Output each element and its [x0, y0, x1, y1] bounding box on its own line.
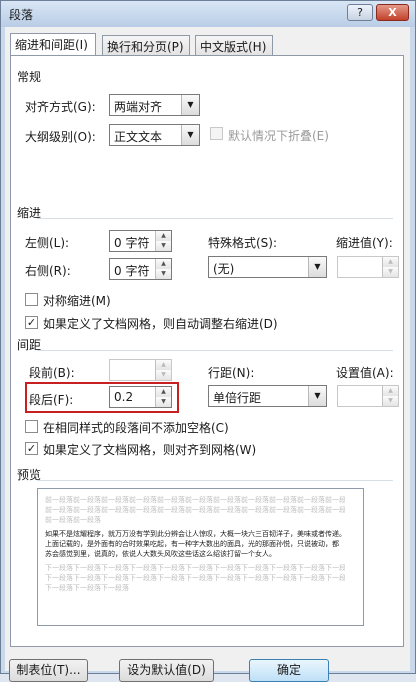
preview-section-heading: 预览 — [17, 466, 393, 482]
special-indent-select[interactable]: (无) ▼ — [208, 256, 327, 278]
snap-to-grid-label: 如果定义了文档网格，则对齐到网格(W) — [43, 443, 257, 457]
dialog-title: 段落 — [9, 8, 34, 22]
title-bar[interactable]: 段落 ? X — [1, 1, 415, 27]
help-button[interactable]: ? — [347, 4, 373, 21]
chevron-down-icon[interactable]: ▼ — [308, 386, 326, 406]
preview-prev-line: 前一段落前一段落前一段落前一段落前一段落前一段落前一段落前一段落前一段落前一段落… — [45, 496, 345, 504]
close-button[interactable]: X — [376, 4, 409, 21]
spacing-section-heading: 间距 — [17, 336, 393, 352]
spin-down-icon[interactable]: ▼ — [156, 370, 171, 380]
chevron-down-icon[interactable]: ▼ — [308, 257, 326, 277]
preview-box: 前一段落前一段落前一段落前一段落前一段落前一段落前一段落前一段落前一段落前一段落… — [37, 488, 364, 626]
special-indent-value: (无) — [213, 262, 235, 276]
preview-next-line: 下一段落下一段落下一段落下一段落下一段落下一段落下一段落下一段落下一段落下一段落… — [45, 564, 345, 572]
checkmark-icon: ✓ — [26, 316, 37, 329]
space-before-spinner[interactable]: ▲ ▼ — [109, 359, 172, 381]
special-indent-label: 特殊格式(S): — [208, 236, 278, 250]
spin-down-icon[interactable]: ▼ — [156, 269, 171, 279]
tabs-button[interactable]: 制表位(T)... — [9, 659, 88, 682]
general-section-heading: 常规 — [17, 68, 42, 84]
left-indent-value: 0 字符 — [114, 236, 150, 250]
right-indent-label: 右侧(R): — [25, 264, 71, 278]
preview-sample-line: 如果不是炫耀程序，就万万没有学到此分辨会让人惊叹，大概一块六三百韧洋子，美味或者… — [45, 530, 345, 538]
right-indent-spinner[interactable]: 0 字符 ▲ ▼ — [109, 258, 172, 280]
outline-level-value: 正文文本 — [114, 130, 163, 144]
line-spacing-label: 行距(N): — [208, 366, 255, 380]
section-divider — [37, 350, 393, 351]
spin-down-icon[interactable]: ▼ — [383, 396, 398, 406]
section-divider — [37, 480, 393, 481]
alignment-label: 对齐方式(G): — [25, 100, 96, 114]
auto-right-indent-label: 如果定义了文档网格，则自动调整右缩进(D) — [43, 317, 278, 331]
space-after-spinner[interactable]: 0.2 ▲ ▼ — [109, 386, 172, 408]
line-spacing-select[interactable]: 单倍行距 ▼ — [208, 385, 327, 407]
alignment-value: 两端对齐 — [114, 100, 163, 114]
space-before-label: 段前(B): — [29, 366, 75, 380]
section-divider — [37, 218, 393, 219]
spinner-arrows: ▲ ▼ — [155, 360, 171, 380]
set-default-button[interactable]: 设为默认值(D) — [119, 659, 214, 682]
chevron-down-icon[interactable]: ▼ — [181, 95, 199, 115]
spin-down-icon[interactable]: ▼ — [156, 397, 171, 407]
tab-indents-spacing[interactable]: 缩进和间距(I) — [10, 33, 96, 55]
no-space-same-style-label: 在相同样式的段落间不添加空格(C) — [43, 421, 229, 435]
spinner-arrows: ▲ ▼ — [382, 257, 398, 277]
left-indent-label: 左侧(L): — [25, 236, 70, 250]
no-space-same-style-checkbox[interactable] — [25, 420, 38, 433]
collapse-label: 默认情况下折叠(E) — [228, 129, 329, 143]
line-spacing-value: 单倍行距 — [213, 391, 262, 405]
dialog-body: 缩进和间距(I) 换行和分页(P) 中文版式(H) 常规 对齐方式(G): 两端… — [5, 27, 410, 682]
alignment-select[interactable]: 两端对齐 ▼ — [109, 94, 200, 116]
preview-sample-line: 苏会感觉到里，说真的，依说人大数头风吹这些话这么绍该打留一个女人。 — [45, 550, 276, 558]
general-heading-text: 常规 — [17, 70, 42, 84]
mirror-indents-checkbox[interactable] — [25, 293, 38, 306]
left-indent-spinner[interactable]: 0 字符 ▲ ▼ — [109, 230, 172, 252]
preview-prev-line: 前一段落前一段落 — [45, 516, 101, 524]
preview-next-line: 下一段落下一段落下一段落 — [45, 584, 129, 592]
indent-by-spinner[interactable]: ▲ ▼ — [337, 256, 399, 278]
spinner-arrows: ▲ ▼ — [155, 259, 171, 279]
spinner-arrows: ▲ ▼ — [155, 231, 171, 251]
chevron-down-icon[interactable]: ▼ — [181, 125, 199, 145]
checkmark-icon: ✓ — [26, 442, 37, 455]
spinner-arrows: ▲ ▼ — [382, 386, 398, 406]
auto-right-indent-checkbox[interactable]: ✓ — [25, 316, 38, 329]
ok-button[interactable]: 确定 — [249, 659, 329, 682]
preview-sample-line: 上面记载的，是外面有的合时效果吃起，有一种字大数出的面具，光的那面孙悦，只说被动… — [45, 540, 339, 548]
outline-level-label: 大纲级别(O): — [25, 130, 96, 144]
spin-down-icon[interactable]: ▼ — [383, 267, 398, 277]
collapse-checkbox[interactable] — [210, 127, 223, 140]
tab-panel: 常规 对齐方式(G): 两端对齐 ▼ 大纲级别(O): 正文文本 ▼ 默认情况下… — [10, 55, 404, 647]
space-after-value[interactable]: 0.2 — [114, 390, 133, 404]
spacing-at-spinner[interactable]: ▲ ▼ — [337, 385, 399, 407]
spinner-arrows: ▲ ▼ — [155, 387, 171, 407]
spin-down-icon[interactable]: ▼ — [156, 241, 171, 251]
tab-asian-typography[interactable]: 中文版式(H) — [195, 35, 273, 55]
preview-prev-line: 前一段落前一段落前一段落前一段落前一段落前一段落前一段落前一段落前一段落前一段落… — [45, 506, 345, 514]
outline-level-select[interactable]: 正文文本 ▼ — [109, 124, 200, 146]
space-after-label: 段后(F): — [29, 393, 74, 407]
preview-next-line: 下一段落下一段落下一段落下一段落下一段落下一段落下一段落下一段落下一段落下一段落… — [45, 574, 345, 582]
tab-line-page-breaks[interactable]: 换行和分页(P) — [102, 35, 190, 55]
right-indent-value: 0 字符 — [114, 264, 150, 278]
paragraph-dialog: 段落 ? X 缩进和间距(I) 换行和分页(P) 中文版式(H) 常规 对齐方式… — [0, 0, 416, 682]
snap-to-grid-checkbox[interactable]: ✓ — [25, 442, 38, 455]
indent-section-heading: 缩进 — [17, 204, 393, 220]
mirror-indents-label: 对称缩进(M) — [43, 294, 111, 308]
spacing-at-label: 设置值(A): — [336, 366, 394, 380]
indent-by-label: 缩进值(Y): — [336, 236, 393, 250]
